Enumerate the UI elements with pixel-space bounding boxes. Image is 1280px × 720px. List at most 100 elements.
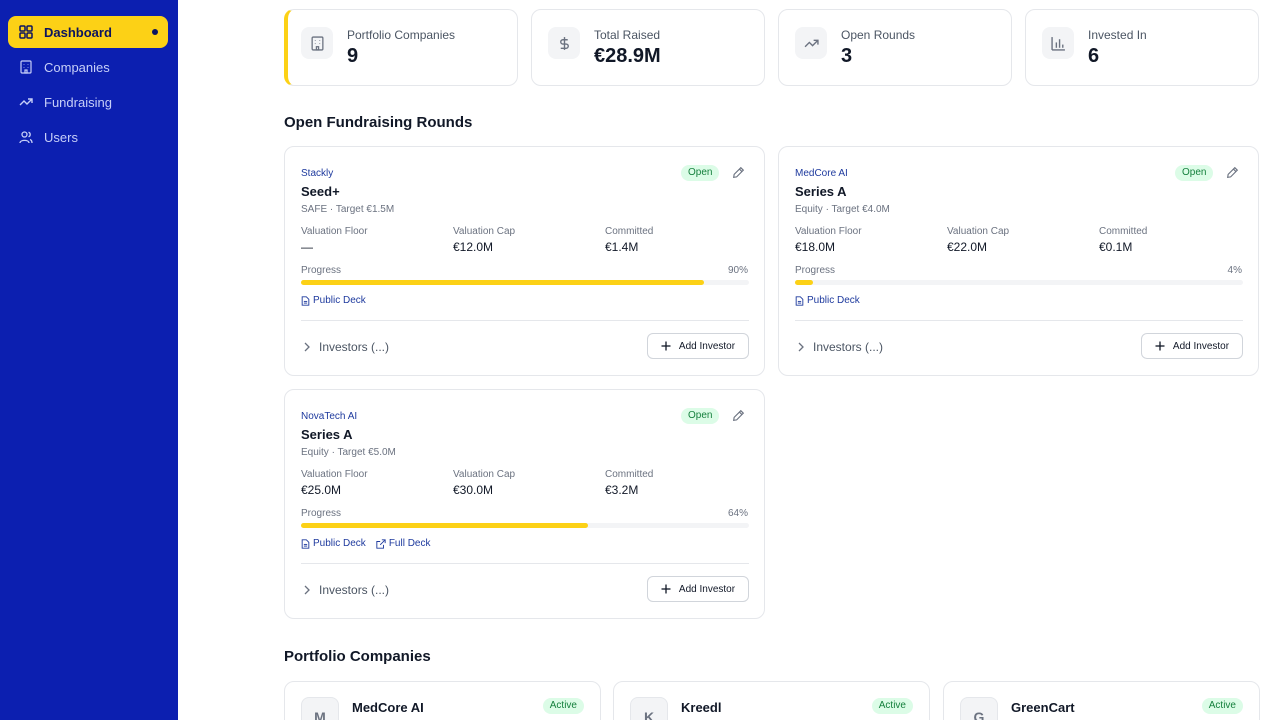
divider [301, 320, 749, 321]
stat-label: Portfolio Companies [347, 28, 456, 42]
building-icon [18, 59, 34, 75]
metric-value: €22.0M [947, 240, 988, 254]
round-type: Equity · Target €4.0M [795, 204, 890, 215]
sidebar-item-fundraising[interactable]: Fundraising [8, 86, 168, 118]
round-type: Equity · Target €5.0M [301, 447, 396, 458]
bar-chart-icon [1042, 27, 1074, 59]
company-name: GreenCart [1011, 700, 1075, 715]
round-name: Seed+ [301, 184, 340, 199]
metric-label: Valuation Cap [453, 226, 516, 237]
metric-valuation-cap: Valuation Cap €12.0M [453, 226, 515, 254]
status-badge: Open [1175, 165, 1214, 181]
add-investor-button[interactable]: Add Investor [647, 576, 749, 602]
metric-label: Valuation Cap [947, 226, 1010, 237]
deck-links: Public Deck [795, 295, 870, 306]
progress-fill [795, 280, 813, 285]
sidebar: Dashboard Companies Fundraising Users [0, 0, 178, 720]
sidebar-item-dashboard[interactable]: Dashboard [8, 16, 168, 48]
plus-icon [1155, 341, 1165, 351]
link-label: Public Deck [313, 538, 366, 549]
stat-label: Invested In [1088, 28, 1147, 42]
section-title-open-rounds: Open Fundraising Rounds [284, 114, 473, 131]
metric-label: Valuation Cap [453, 469, 516, 480]
status-badge: Active [871, 698, 913, 714]
metric-value: €18.0M [795, 240, 836, 254]
portfolio-company-card[interactable]: M MedCore AI Active [284, 681, 601, 720]
metric-label: Committed [1099, 226, 1148, 237]
main-content: Portfolio Companies 9 Total Raised €28.9… [178, 0, 1280, 720]
link-label: Full Deck [388, 538, 431, 549]
status-badge: Open [681, 408, 720, 424]
metric-committed: Committed €1.4M [605, 226, 653, 254]
progress-fill [301, 280, 705, 285]
chevron-right-icon [304, 342, 310, 352]
progress-bar [301, 523, 749, 528]
link-label: Public Deck [807, 295, 860, 306]
add-investor-button[interactable]: Add Investor [647, 333, 749, 359]
plus-icon [661, 584, 671, 594]
stat-card-invested-in: Invested In 6 [1025, 9, 1259, 86]
stat-label: Total Raised [594, 28, 661, 42]
progress-value: 90% [727, 265, 748, 276]
metric-valuation-floor: Valuation Floor €18.0M [795, 226, 862, 254]
edit-icon[interactable] [732, 409, 746, 423]
plus-icon [661, 341, 671, 351]
round-company[interactable]: Stackly [301, 168, 333, 179]
metric-committed: Committed €3.2M [605, 469, 653, 497]
investors-toggle[interactable]: Investors (...) [797, 340, 883, 354]
metric-valuation-floor: Valuation Floor — [301, 226, 368, 254]
round-company[interactable]: MedCore AI [795, 168, 848, 179]
chevron-right-icon [304, 585, 310, 595]
add-investor-button[interactable]: Add Investor [1141, 333, 1243, 359]
progress-label: Progress [301, 265, 342, 276]
company-name: MedCore AI [352, 700, 424, 715]
chevron-right-icon [798, 342, 804, 352]
metric-committed: Committed €0.1M [1099, 226, 1147, 254]
stat-value: 3 [841, 45, 853, 67]
building-icon [301, 27, 333, 59]
public-deck-link[interactable]: Public Deck [795, 295, 860, 306]
sidebar-item-users[interactable]: Users [8, 121, 168, 153]
round-company[interactable]: NovaTech AI [301, 411, 357, 422]
investors-label: Investors (...) [319, 340, 390, 354]
portfolio-company-card[interactable]: G GreenCart Active [943, 681, 1260, 720]
portfolio-company-card[interactable]: K Kreedl Active [613, 681, 930, 720]
edit-icon[interactable] [1226, 166, 1240, 180]
divider [795, 320, 1243, 321]
metric-value: €25.0M [301, 483, 342, 497]
round-card: Stackly Seed+ SAFE · Target €1.5M Open V… [284, 146, 765, 376]
divider [301, 563, 749, 564]
dashboard-icon [18, 24, 34, 40]
investors-toggle[interactable]: Investors (...) [303, 583, 389, 597]
avatar: K [630, 697, 668, 720]
stat-card-portfolio-companies: Portfolio Companies 9 [284, 9, 518, 86]
stat-value: 6 [1088, 45, 1100, 67]
document-icon [301, 295, 310, 306]
investors-label: Investors (...) [319, 583, 390, 597]
sidebar-item-label: Companies [44, 59, 110, 75]
document-icon [301, 538, 310, 549]
full-deck-link[interactable]: Full Deck [376, 538, 431, 549]
metric-value: — [301, 240, 313, 254]
dollar-icon [548, 27, 580, 59]
add-investor-label: Add Investor [1172, 340, 1230, 352]
round-name: Series A [795, 184, 847, 199]
stat-value: 9 [347, 45, 359, 67]
metric-label: Committed [605, 469, 654, 480]
investors-toggle[interactable]: Investors (...) [303, 340, 389, 354]
status-badge: Active [542, 698, 584, 714]
status-badge: Active [1201, 698, 1243, 714]
edit-icon[interactable] [732, 166, 746, 180]
add-investor-label: Add Investor [678, 583, 736, 595]
metric-value: €30.0M [453, 483, 494, 497]
sidebar-item-label: Users [44, 129, 78, 145]
metric-valuation-cap: Valuation Cap €30.0M [453, 469, 515, 497]
progress-value: 4% [1227, 265, 1242, 276]
add-investor-label: Add Investor [678, 340, 736, 352]
public-deck-link[interactable]: Public Deck [301, 295, 366, 306]
public-deck-link[interactable]: Public Deck [301, 538, 366, 549]
sidebar-item-companies[interactable]: Companies [8, 51, 168, 83]
company-name: Kreedl [681, 700, 722, 715]
metric-label: Valuation Floor [301, 469, 368, 480]
metric-value: €0.1M [1099, 240, 1133, 254]
